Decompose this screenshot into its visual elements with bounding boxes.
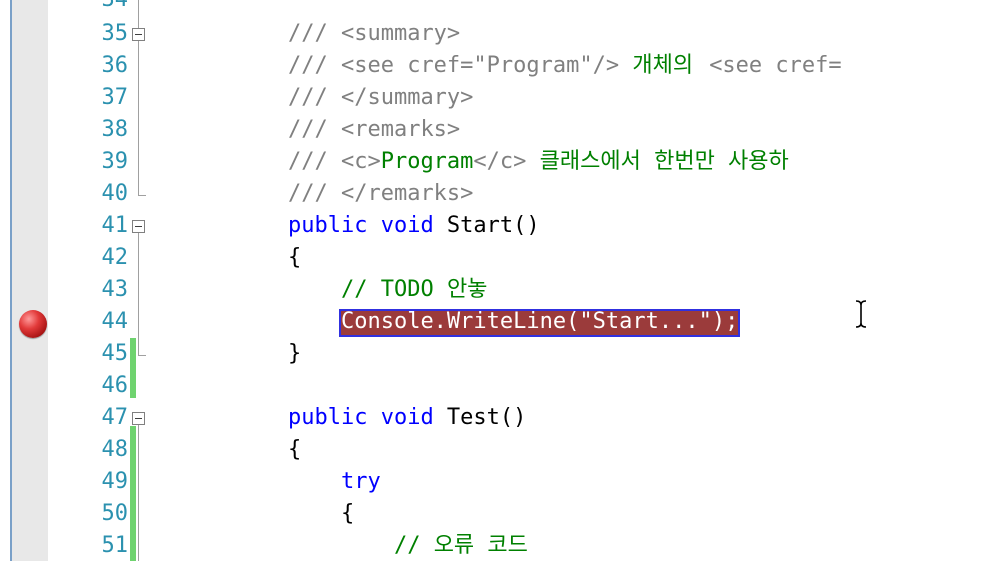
fold-guide-line [138,41,139,195]
code-token: </c> [473,149,527,174]
code-line[interactable]: 46 [0,370,983,402]
line-number: 48 [101,437,129,462]
code-token: 클래스에서 한번만 사용하 [526,149,789,174]
line-number: 37 [101,85,129,110]
code-token: public [288,213,368,238]
line-number: 46 [101,373,129,398]
line-number: 49 [101,469,129,494]
code-line[interactable]: 49 try [0,466,983,498]
code-line[interactable]: 50 { [0,498,983,530]
code-line[interactable]: 51 // 오류 코드 [0,530,983,562]
line-number: 40 [101,181,129,206]
code-token: { [288,437,302,462]
code-token: Start() [433,213,540,238]
code-token: } [288,341,302,366]
code-token: <summary> [340,21,461,46]
code-token: </summary> [340,85,474,110]
line-number: 43 [101,277,129,302]
code-line[interactable]: 35 /// <summary> [0,18,983,50]
code-token: // 오류 코드 [288,533,528,558]
code-token-highlighted: Console.WriteLine("Start..."); [340,309,739,334]
text-cursor-icon [855,300,867,328]
code-editor[interactable]: 34 35 /// <summary> 36 /// <see cref="Progr… [0,0,983,561]
change-tracking-bar [130,426,136,561]
line-number: 50 [101,501,129,526]
code-token: /// [288,149,341,174]
code-token: <remarks> [340,117,461,142]
code-line[interactable]: 41 public void Start() [0,210,983,242]
line-number: 39 [101,149,129,174]
code-token: /// [288,21,341,46]
fold-guide-line [138,233,139,355]
code-token: void [380,213,434,238]
line-number: 35 [101,21,129,46]
fold-end-marker [138,195,146,196]
code-token: /// [288,117,341,142]
line-number: 41 [101,213,129,238]
code-token: <see cref= [709,53,842,78]
code-token: Test() [433,405,527,430]
line-number: 36 [101,53,129,78]
code-token: /// [288,53,341,78]
code-token: // TODO 안놓 [288,277,488,302]
line-number-partial: 34 [96,0,129,16]
line-number: 44 [101,309,129,334]
fold-collapse-icon[interactable] [132,28,145,41]
fold-guide-line [138,425,139,561]
fold-end-marker [138,355,146,356]
code-line[interactable]: 47 public void Test() [0,402,983,434]
fold-collapse-icon[interactable] [132,412,145,425]
code-line[interactable]: 39 /// <c> Program </c> 클래스에서 한번만 사용하 [0,146,983,178]
code-line[interactable]: 43 // TODO 안놓 [0,274,983,306]
line-number: 45 [101,341,129,366]
line-number: 47 [101,405,129,430]
breakpoint-icon[interactable] [19,310,47,338]
code-line[interactable]: 45} [0,338,983,370]
change-tracking-bar [130,338,136,398]
code-line[interactable]: 38 /// <remarks> [0,114,983,146]
code-token: </remarks> [340,181,474,206]
code-token: try [340,469,381,494]
code-token: <see cref="Program"/> [340,53,620,78]
code-token: 개체의 [619,53,707,78]
code-token: <c> [340,149,381,174]
line-number: 51 [101,533,129,558]
line-number: 42 [101,245,129,270]
code-token: { [288,501,355,526]
code-token: /// [288,181,341,206]
code-token: void [380,405,434,430]
code-line[interactable]: 48 { [0,434,983,466]
code-line[interactable]: 36 /// <see cref="Program"/> 개체의 <see cre… [0,50,983,82]
code-token: public [288,405,368,430]
line-number: 38 [101,117,129,142]
code-line[interactable]: 42 { [0,242,983,274]
code-line[interactable]: 40 /// </remarks> [0,178,983,210]
code-token: { [288,245,302,270]
code-token: Program [380,149,474,174]
fold-collapse-icon[interactable] [132,220,145,233]
code-line[interactable]: 37 /// </summary> [0,82,983,114]
code-line[interactable]: 44 Console.WriteLine("Start..."); [0,306,983,338]
code-token: /// [288,85,341,110]
